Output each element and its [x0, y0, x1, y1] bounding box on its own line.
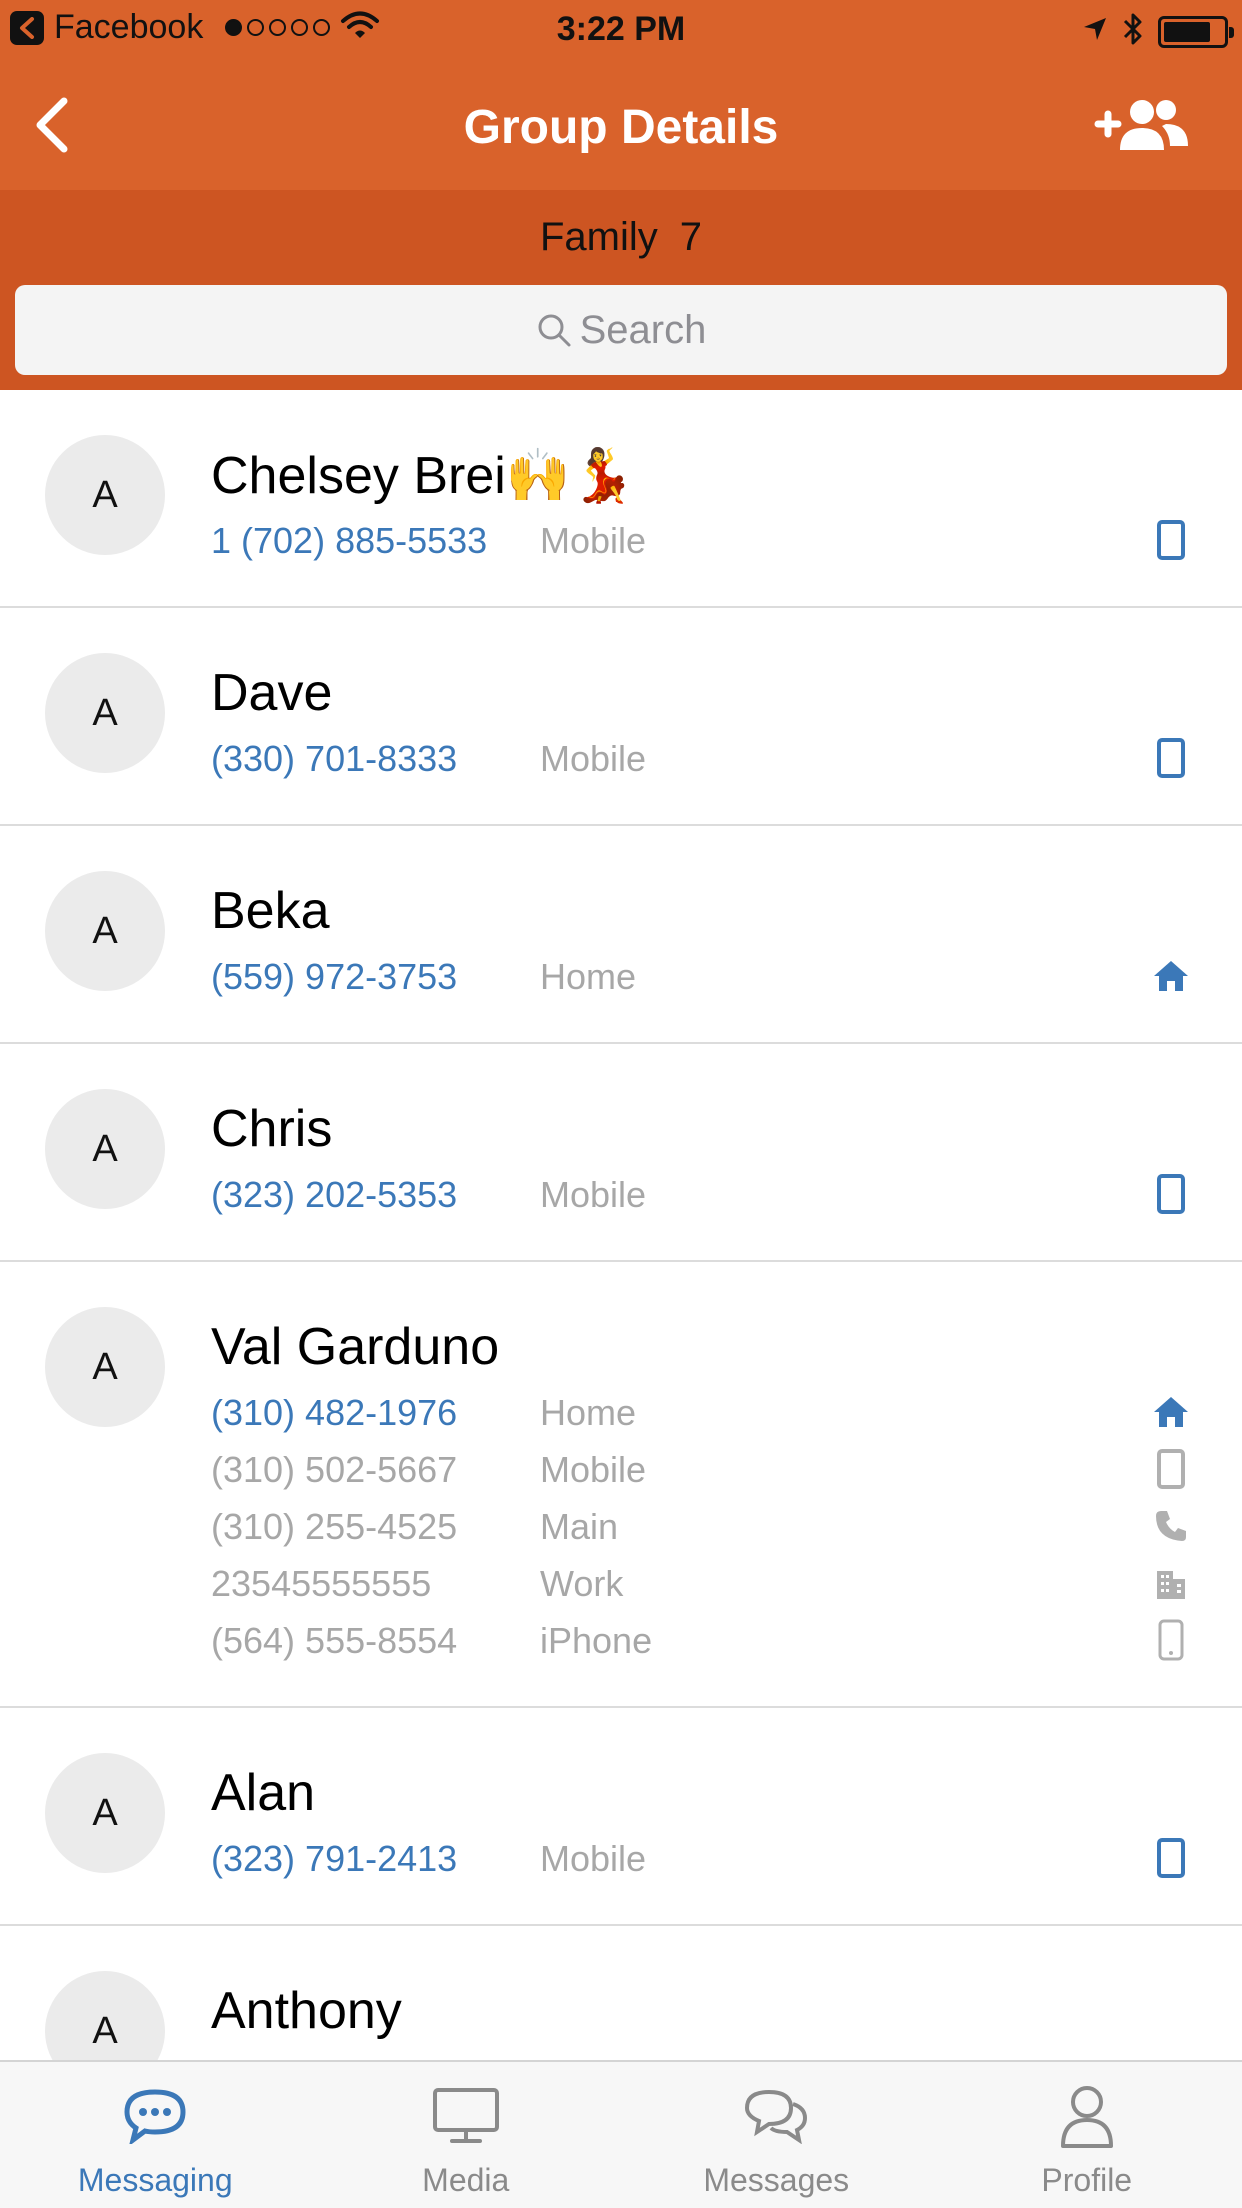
mobile-icon [1151, 738, 1191, 778]
contact-name: Beka [211, 882, 330, 940]
contact-name: Chelsey Brei🙌💃 [211, 447, 636, 505]
tab-label: Messages [703, 2162, 850, 2198]
contact-name: Chris [211, 1100, 333, 1158]
navigation-bar: Group Details [0, 60, 1242, 190]
mobile-icon [1151, 520, 1191, 560]
phone-type-label: Main [540, 1506, 619, 1547]
contact-row[interactable]: A Chris (323) 202-5353 Mobile [0, 1044, 1242, 1262]
phone-type-label: Mobile [540, 1174, 647, 1215]
conversation-icon [736, 2084, 816, 2148]
tab-bar: Messaging Media Messages Profile [0, 2060, 1242, 2208]
search-bar[interactable]: Search [15, 285, 1227, 375]
contact-row[interactable]: A Val Garduno (310) 482-1976 Home (310) 502-… [0, 1262, 1242, 1708]
phone-type-label: Mobile [540, 1838, 647, 1879]
group-header: Family 7 Search [0, 190, 1242, 390]
tab-profile[interactable]: Profile [932, 2062, 1242, 2208]
tab-label: Messaging [77, 2162, 233, 2198]
group-member-count: 7 [679, 215, 703, 259]
phone-entry[interactable]: (310) 502-5667 Mobile [211, 1449, 1211, 1506]
page-title: Group Details [463, 101, 779, 154]
status-bar: Facebook 3:22 PM [0, 0, 1242, 60]
iphone-icon [1151, 1619, 1191, 1661]
group-name: Family [539, 215, 658, 259]
status-time: 3:22 PM [556, 10, 686, 48]
home-icon [1151, 956, 1191, 996]
tab-messages[interactable]: Messages [621, 2062, 932, 2208]
search-input[interactable]: Search [580, 308, 707, 353]
contact-name: Dave [211, 664, 333, 722]
phone-entry[interactable]: 1 (702) 885-5533 Mobile [211, 520, 1211, 577]
avatar: A [45, 1089, 165, 1209]
phone-entry[interactable]: (310) 482-1976 Home [211, 1392, 1211, 1449]
phone-number[interactable]: (559) 972-3753 [211, 956, 457, 998]
avatar: A [45, 653, 165, 773]
phone-type-label: Home [540, 956, 637, 997]
phone-type-label: Mobile [540, 1449, 647, 1490]
phone-number[interactable]: (330) 701-8333 [211, 738, 457, 780]
phone-type-label: Home [540, 1392, 637, 1433]
avatar: A [45, 1753, 165, 1873]
contact-row[interactable]: A Dave (330) 701-8333 Mobile [0, 608, 1242, 826]
phone-number[interactable]: (310) 502-5667 [211, 1449, 457, 1491]
phone-type-label: Work [540, 1563, 624, 1604]
chat-bubble-icon [115, 2084, 195, 2148]
contact-row[interactable]: A Chelsey Brei🙌💃 1 (702) 885-5533 Mobile [0, 390, 1242, 608]
user-icon [1047, 2084, 1127, 2148]
phone-number[interactable]: (323) 791-2413 [211, 1838, 457, 1880]
phone-number[interactable]: (564) 555-8554 [211, 1620, 457, 1662]
phone-entry[interactable]: (310) 255-4525 Main [211, 1506, 1211, 1563]
home-icon [1151, 1392, 1191, 1432]
mobile-icon [1151, 1174, 1191, 1214]
screen: Facebook 3:22 PM Group Details Family 7 … [0, 0, 1242, 2208]
building-icon [1151, 1563, 1191, 1603]
tab-label: Profile [1041, 2162, 1133, 2198]
phone-number[interactable]: (310) 255-4525 [211, 1506, 457, 1548]
phone-number[interactable]: 1 (702) 885-5533 [211, 520, 487, 562]
phone-entry[interactable]: (564) 555-8554 iPhone [211, 1619, 1211, 1677]
mobile-icon [1151, 1838, 1191, 1878]
search-icon [538, 314, 571, 347]
phone-entry[interactable]: (330) 701-8333 Mobile [211, 738, 1211, 795]
avatar: A [45, 871, 165, 991]
mobile-icon [1151, 1449, 1191, 1489]
phone-icon [1151, 1506, 1191, 1546]
status-right [1082, 12, 1234, 51]
phone-type-label: iPhone [540, 1620, 653, 1661]
phone-number[interactable]: (310) 482-1976 [211, 1392, 457, 1434]
phone-entry[interactable]: 23545555555 Work [211, 1563, 1211, 1620]
battery-level [1164, 21, 1210, 42]
phone-entry[interactable]: (323) 791-2413 Mobile [211, 1838, 1211, 1895]
contact-row[interactable]: A Alan (323) 791-2413 Mobile [0, 1708, 1242, 1926]
contact-name: Alan [211, 1764, 316, 1822]
phone-number[interactable]: 23545555555 [211, 1563, 431, 1605]
contact-name: Anthony [211, 1982, 402, 2040]
contact-list: A Chelsey Brei🙌💃 1 (702) 885-5533 Mobile A Da… [0, 390, 1242, 2144]
phone-number[interactable]: (323) 202-5353 [211, 1174, 457, 1216]
phone-type-label: Mobile [540, 520, 647, 561]
phone-entry[interactable]: (323) 202-5353 Mobile [211, 1174, 1211, 1231]
bluetooth-icon [1122, 12, 1144, 51]
tab-label: Media [422, 2162, 510, 2198]
avatar: A [45, 435, 165, 555]
battery-icon [1158, 15, 1234, 48]
add-contact-icon [1094, 100, 1188, 150]
avatar: A [45, 1307, 165, 1427]
phone-type-label: Mobile [540, 738, 647, 779]
phone-entry[interactable]: (559) 972-3753 Home [211, 956, 1211, 1013]
tab-messaging[interactable]: Messaging [0, 2062, 311, 2208]
tab-media[interactable]: Media [311, 2062, 622, 2208]
group-title: Family 7 [0, 215, 1242, 260]
contact-name: Val Garduno [211, 1318, 500, 1376]
add-member-button[interactable] [1092, 90, 1192, 160]
monitor-icon [426, 2084, 506, 2148]
location-arrow-icon [1082, 16, 1108, 47]
contact-row[interactable]: A Beka (559) 972-3753 Home [0, 826, 1242, 1044]
